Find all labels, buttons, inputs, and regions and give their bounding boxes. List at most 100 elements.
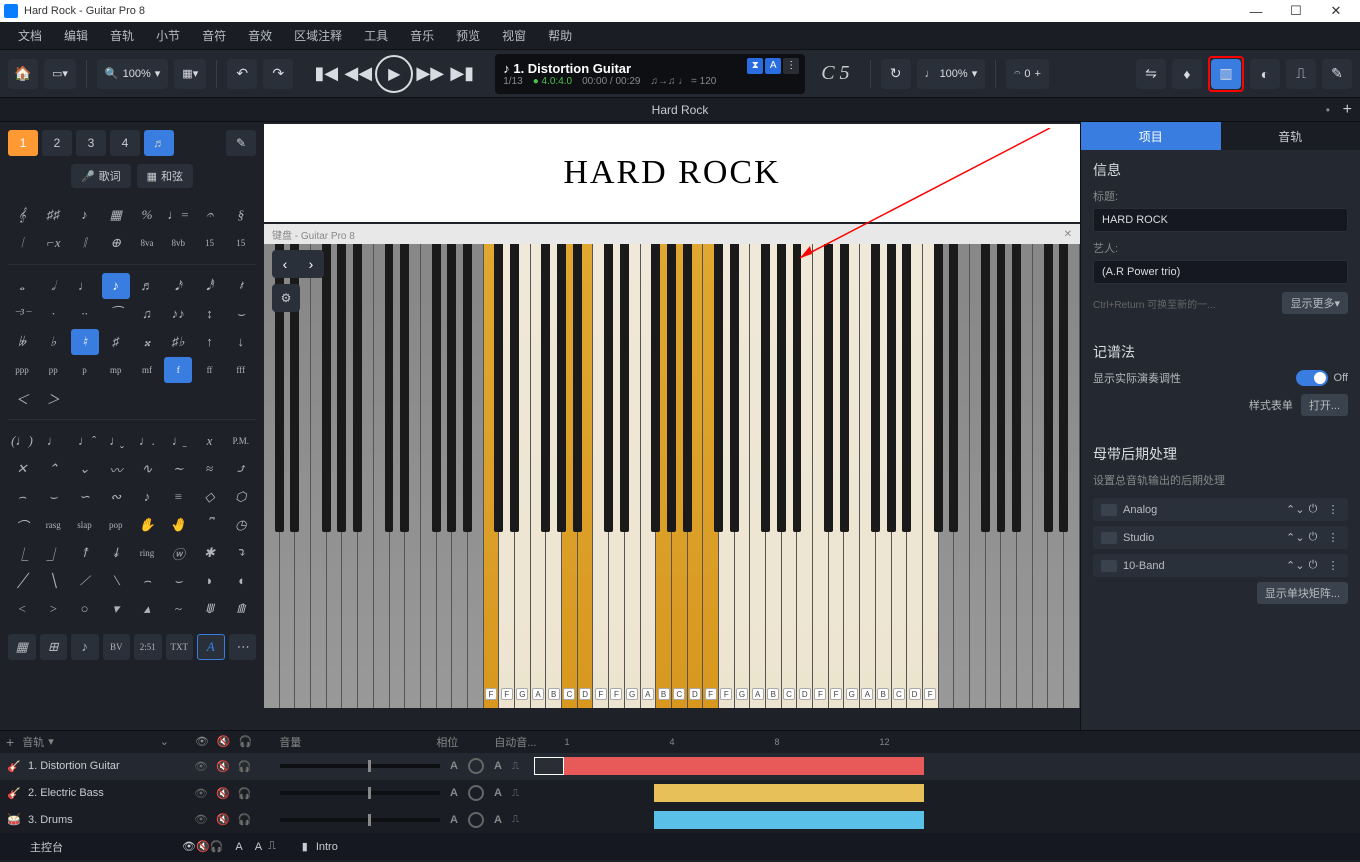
staccato-icon[interactable]: ♩. (133, 428, 161, 454)
piano-key[interactable]: F (593, 244, 609, 708)
piano-key[interactable] (390, 244, 406, 708)
volume-slider[interactable] (280, 791, 440, 795)
doubleflat-icon[interactable]: 𝄫 (8, 329, 36, 355)
trill-icon[interactable]: ∼ (164, 456, 192, 482)
flat-icon[interactable]: ♭ (39, 329, 67, 355)
fx-power[interactable]: ⏻ (1306, 531, 1320, 544)
keyboard-next[interactable]: › (298, 250, 324, 278)
tilde-icon[interactable]: ~ (164, 596, 192, 622)
tracks-header-label[interactable]: 音轨 ▾ (22, 734, 54, 750)
fade-in-icon[interactable]: ◗ (196, 568, 224, 594)
piano-key[interactable]: C (672, 244, 688, 708)
fx-power[interactable]: ⏻ (1306, 559, 1320, 572)
track-row[interactable]: 🎸 1. Distortion Guitar 👁🔇🎧 A A ⎍ (0, 753, 1360, 780)
eye-icon[interactable]: 👁 (194, 760, 208, 773)
timer-icon[interactable]: ◷ (227, 512, 255, 538)
open-stylesheet-button[interactable]: 打开... (1301, 394, 1348, 416)
collapse-tracks[interactable]: ⌄ (160, 735, 169, 748)
piano-key[interactable] (311, 244, 327, 708)
piano-key[interactable] (405, 244, 421, 708)
drums-button[interactable]: ◐ (1250, 59, 1280, 89)
lyrics-button[interactable]: 🎤 歌词 (71, 164, 131, 188)
piano-key[interactable] (970, 244, 986, 708)
accent-icon[interactable]: ♩̂ (71, 428, 99, 454)
fx-power[interactable]: ⏻ (1306, 503, 1320, 516)
master-track[interactable]: 主控台 👁🔇🎧 A A ⎍ ▮ Intro (0, 833, 1360, 860)
show-tuning-toggle[interactable] (1296, 370, 1328, 386)
piano-key[interactable] (1048, 244, 1064, 708)
piano-key[interactable]: D (578, 244, 594, 708)
decrescendo-icon[interactable]: ＞ (39, 385, 67, 411)
rasg-icon[interactable]: rasg (39, 512, 67, 538)
piano-key[interactable]: G (515, 244, 531, 708)
whammy-icon[interactable]: ⤵ (227, 540, 255, 566)
ppp-icon[interactable]: ppp (8, 357, 36, 383)
voice-2[interactable]: 2 (42, 130, 72, 156)
clef-icon[interactable]: 𝄞 (8, 202, 36, 228)
pick-up-icon[interactable]: ⌃ (39, 456, 67, 482)
slide2-icon[interactable]: ╲ (39, 568, 67, 594)
let-ring-icon[interactable]: ✕ (8, 456, 36, 482)
sharp-icon[interactable]: ♯ (102, 329, 130, 355)
section-icon[interactable]: § (227, 202, 255, 228)
crescendo-icon[interactable]: ＜ (8, 385, 36, 411)
mute-icon[interactable]: 🔇 (216, 787, 230, 800)
tremolo-icon[interactable]: ≈ (196, 456, 224, 482)
piano-key[interactable]: F (499, 244, 515, 708)
volume-slider[interactable] (280, 818, 440, 822)
fx-dropdown[interactable]: ⌃⌄ (1286, 559, 1300, 572)
piano-key[interactable]: D (797, 244, 813, 708)
ring-icon[interactable]: ring (133, 540, 161, 566)
piano-key[interactable] (421, 244, 437, 708)
fx-menu[interactable]: ⋮ (1326, 559, 1340, 572)
rh-icon[interactable]: 🤚 (164, 512, 192, 538)
go-end-button[interactable]: ▶▮ (447, 59, 477, 89)
loop-button[interactable]: ↻ (881, 59, 911, 89)
piano-key[interactable] (327, 244, 343, 708)
half-note[interactable]: 𝅗𝅥 (39, 273, 67, 299)
metronome-icon[interactable]: ⧗ (747, 58, 763, 74)
piano-key[interactable] (358, 244, 374, 708)
vibrato-icon[interactable]: 〰 (102, 456, 130, 482)
piano-key[interactable] (986, 244, 1002, 708)
piano-key[interactable] (939, 244, 955, 708)
speed-control[interactable]: ♩ 100% ▾ (917, 59, 986, 89)
piano-key[interactable]: A (860, 244, 876, 708)
piano-key[interactable]: D (688, 244, 704, 708)
rewind-button[interactable]: ◀◀ (343, 59, 373, 89)
o-icon[interactable]: ○ (71, 596, 99, 622)
semitone-down-icon[interactable]: ↓ (227, 329, 255, 355)
palm-mute-icon[interactable]: P.M. (227, 428, 255, 454)
time-label[interactable]: 2:51 (134, 634, 162, 660)
staccatissimo-icon[interactable]: ▾ (102, 596, 130, 622)
piano-key[interactable]: B (876, 244, 892, 708)
wide-vibrato-icon[interactable]: ∿ (133, 456, 161, 482)
fx-analog[interactable]: Analog ⌃⌄ ⏻ ⋮ (1093, 498, 1348, 521)
dead-note-icon[interactable]: (♩) (8, 428, 36, 454)
quarter-note[interactable]: ♩ (71, 273, 99, 299)
arc3-icon[interactable]: ⌒ (8, 512, 36, 538)
tab-track[interactable]: 音轨 (1221, 122, 1360, 150)
slide3-icon[interactable]: ⟋ (71, 568, 99, 594)
grace-icon[interactable]: ♪ (71, 202, 99, 228)
piano-key[interactable]: B (546, 244, 562, 708)
voice-1[interactable]: 1 (8, 130, 38, 156)
quindb-icon[interactable]: 15 (227, 230, 255, 256)
tab-project[interactable]: 项目 (1081, 122, 1221, 150)
eq-icon[interactable]: ⎍ (512, 788, 528, 799)
stem-icon[interactable]: ↕ (196, 301, 224, 327)
eq-icon[interactable]: ⎍ (512, 814, 528, 825)
piano-key[interactable] (437, 244, 453, 708)
track-row[interactable]: 🥁 3. Drums 👁🔇🎧 A A ⎍ (0, 806, 1360, 833)
panel-toggle-1[interactable]: ⇋ (1136, 59, 1166, 89)
a-label[interactable]: A (197, 634, 225, 660)
harmonic-icon[interactable]: ◇ (196, 484, 224, 510)
add-track-button[interactable]: + (6, 734, 14, 750)
ottavab-icon[interactable]: 8vb (164, 230, 192, 256)
pan-knob[interactable] (468, 785, 484, 801)
eq-icon[interactable]: ⎍ (512, 761, 528, 772)
menu-window[interactable]: 视窗 (492, 23, 536, 48)
piano-key[interactable]: F (923, 244, 939, 708)
piano-key[interactable] (1001, 244, 1017, 708)
layout-button[interactable]: ▭▾ (44, 59, 76, 89)
